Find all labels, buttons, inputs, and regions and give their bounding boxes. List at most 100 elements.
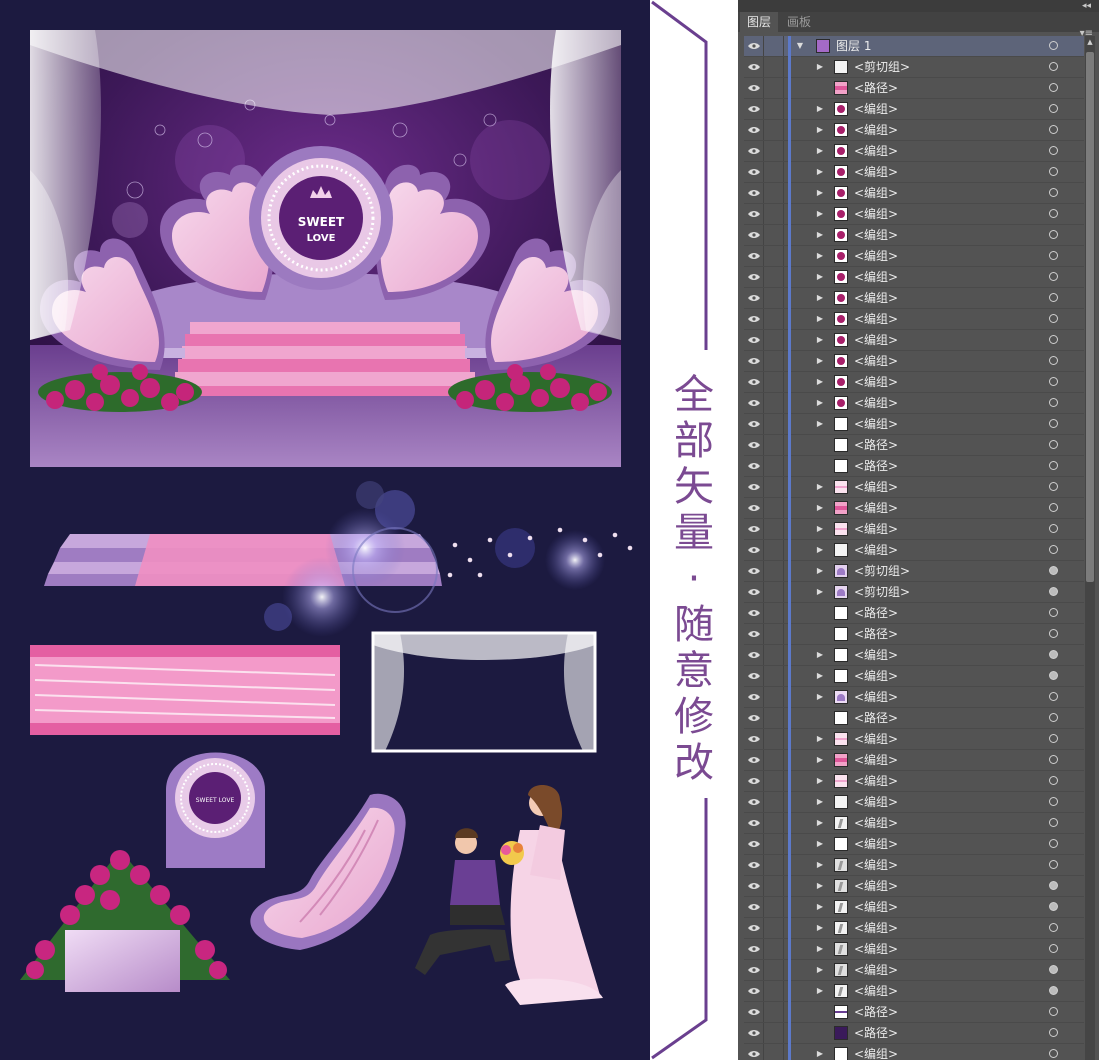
lock-toggle[interactable] xyxy=(764,582,784,602)
target-circle-icon[interactable] xyxy=(1049,881,1058,890)
target-circle-icon[interactable] xyxy=(1049,377,1058,386)
target-circle-icon[interactable] xyxy=(1049,335,1058,344)
expand-triangle-icon[interactable]: ▶ xyxy=(814,141,826,161)
collapse-triangle-icon[interactable]: ▼ xyxy=(794,36,806,56)
lock-toggle[interactable] xyxy=(764,246,784,266)
visibility-eye-icon[interactable] xyxy=(744,708,764,728)
lock-toggle[interactable] xyxy=(764,708,784,728)
layer-row[interactable]: ▶ <编组> xyxy=(744,288,1084,309)
layer-name[interactable]: <编组> xyxy=(854,729,898,749)
layer-name[interactable]: <剪切组> xyxy=(854,582,910,602)
layer-name[interactable]: <路径> xyxy=(854,1002,898,1022)
layer-name[interactable]: <编组> xyxy=(854,750,898,770)
layer-name[interactable]: <编组> xyxy=(854,918,898,938)
layer-row[interactable]: ▶ <剪切组> xyxy=(744,582,1084,603)
target-circle-icon[interactable] xyxy=(1049,503,1058,512)
visibility-eye-icon[interactable] xyxy=(744,288,764,308)
lock-toggle[interactable] xyxy=(764,897,784,917)
layer-name[interactable]: <编组> xyxy=(854,771,898,791)
target-circle-icon[interactable] xyxy=(1049,461,1058,470)
expand-triangle-icon[interactable]: ▶ xyxy=(814,771,826,791)
layer-name[interactable]: <编组> xyxy=(854,498,898,518)
lock-toggle[interactable] xyxy=(764,519,784,539)
target-circle-icon[interactable] xyxy=(1049,314,1058,323)
layer-name[interactable]: <剪切组> xyxy=(854,561,910,581)
visibility-eye-icon[interactable] xyxy=(744,519,764,539)
layer-name[interactable]: <编组> xyxy=(854,981,898,1001)
layer-name[interactable]: <编组> xyxy=(854,939,898,959)
target-circle-icon[interactable] xyxy=(1049,860,1058,869)
expand-triangle-icon[interactable]: ▶ xyxy=(814,561,826,581)
expand-triangle-icon[interactable]: ▶ xyxy=(814,687,826,707)
visibility-eye-icon[interactable] xyxy=(744,645,764,665)
lock-toggle[interactable] xyxy=(764,792,784,812)
target-circle-icon[interactable] xyxy=(1049,146,1058,155)
target-circle-icon[interactable] xyxy=(1049,482,1058,491)
layer-name[interactable]: <编组> xyxy=(854,477,898,497)
expand-triangle-icon[interactable]: ▶ xyxy=(814,246,826,266)
lock-toggle[interactable] xyxy=(764,57,784,77)
layer-row[interactable]: ▶ <编组> xyxy=(744,666,1084,687)
visibility-eye-icon[interactable] xyxy=(744,1002,764,1022)
layer-name[interactable]: <编组> xyxy=(854,666,898,686)
visibility-eye-icon[interactable] xyxy=(744,57,764,77)
expand-triangle-icon[interactable]: ▶ xyxy=(814,813,826,833)
layer-row[interactable]: ▶ <编组> xyxy=(744,498,1084,519)
visibility-eye-icon[interactable] xyxy=(744,393,764,413)
lock-toggle[interactable] xyxy=(764,372,784,392)
visibility-eye-icon[interactable] xyxy=(744,267,764,287)
visibility-eye-icon[interactable] xyxy=(744,456,764,476)
visibility-eye-icon[interactable] xyxy=(744,771,764,791)
target-circle-icon[interactable] xyxy=(1049,839,1058,848)
lock-toggle[interactable] xyxy=(764,204,784,224)
lock-toggle[interactable] xyxy=(764,477,784,497)
target-circle-icon[interactable] xyxy=(1049,41,1058,50)
expand-triangle-icon[interactable]: ▶ xyxy=(814,582,826,602)
layer-row[interactable]: <路径> xyxy=(744,78,1084,99)
visibility-eye-icon[interactable] xyxy=(744,981,764,1001)
layer-row[interactable]: ▶ <编组> xyxy=(744,939,1084,960)
layer-row[interactable]: ▶ <编组> xyxy=(744,813,1084,834)
visibility-eye-icon[interactable] xyxy=(744,225,764,245)
lock-toggle[interactable] xyxy=(764,414,784,434)
layer-row[interactable]: ▶ <编组> xyxy=(744,750,1084,771)
layer-row[interactable]: <路径> xyxy=(744,1023,1084,1044)
lock-toggle[interactable] xyxy=(764,78,784,98)
layer-row[interactable]: ▶ <编组> xyxy=(744,162,1084,183)
lock-toggle[interactable] xyxy=(764,99,784,119)
layers-scrollbar[interactable]: ▲ xyxy=(1085,36,1095,1060)
lock-toggle[interactable] xyxy=(764,435,784,455)
layer-row[interactable]: <路径> xyxy=(744,435,1084,456)
expand-triangle-icon[interactable]: ▶ xyxy=(814,372,826,392)
expand-triangle-icon[interactable]: ▶ xyxy=(814,225,826,245)
layer-name[interactable]: <路径> xyxy=(854,624,898,644)
layer-row[interactable]: <路径> xyxy=(744,708,1084,729)
visibility-eye-icon[interactable] xyxy=(744,372,764,392)
layer-name[interactable]: <编组> xyxy=(854,288,898,308)
visibility-eye-icon[interactable] xyxy=(744,624,764,644)
target-circle-icon[interactable] xyxy=(1049,1007,1058,1016)
lock-toggle[interactable] xyxy=(764,771,784,791)
target-circle-icon[interactable] xyxy=(1049,1049,1058,1058)
visibility-eye-icon[interactable] xyxy=(744,477,764,497)
visibility-eye-icon[interactable] xyxy=(744,960,764,980)
expand-triangle-icon[interactable]: ▶ xyxy=(814,330,826,350)
visibility-eye-icon[interactable] xyxy=(744,351,764,371)
lock-toggle[interactable] xyxy=(764,834,784,854)
expand-triangle-icon[interactable]: ▶ xyxy=(814,645,826,665)
layer-row[interactable]: ▶ <编组> xyxy=(744,1044,1084,1060)
visibility-eye-icon[interactable] xyxy=(744,435,764,455)
lock-toggle[interactable] xyxy=(764,309,784,329)
lock-toggle[interactable] xyxy=(764,183,784,203)
target-circle-icon[interactable] xyxy=(1049,251,1058,260)
layer-row[interactable]: ▶ <编组> xyxy=(744,981,1084,1002)
visibility-eye-icon[interactable] xyxy=(744,330,764,350)
visibility-eye-icon[interactable] xyxy=(744,750,764,770)
layer-name[interactable]: <编组> xyxy=(854,393,898,413)
expand-triangle-icon[interactable]: ▶ xyxy=(814,750,826,770)
visibility-eye-icon[interactable] xyxy=(744,1023,764,1043)
target-circle-icon[interactable] xyxy=(1049,440,1058,449)
lock-toggle[interactable] xyxy=(764,960,784,980)
layer-row[interactable]: ▶ <编组> xyxy=(744,960,1084,981)
target-circle-icon[interactable] xyxy=(1049,818,1058,827)
